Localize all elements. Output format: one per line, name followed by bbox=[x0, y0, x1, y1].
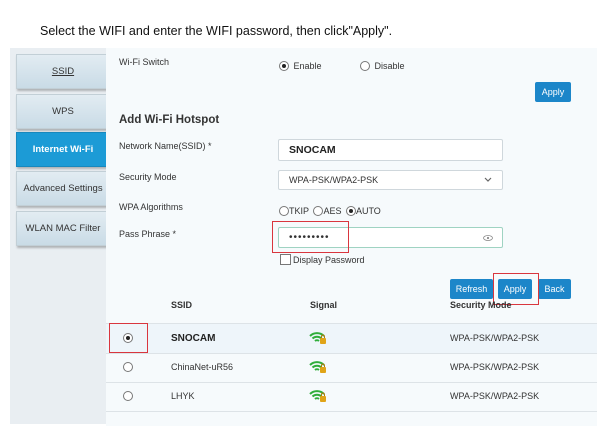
sidebar: SSID WPS Internet Wi-Fi Advanced Setting… bbox=[10, 48, 110, 424]
auto-label: AUTO bbox=[355, 205, 381, 216]
table-row[interactable]: LHYK WPA-PSK/WPA2-PSK bbox=[106, 382, 597, 412]
sidebar-item-wlan-mac-filter[interactable]: WLAN MAC Filter bbox=[16, 211, 110, 246]
row-security: WPA-PSK/WPA2-PSK bbox=[450, 391, 540, 401]
column-header-ssid: SSID bbox=[171, 300, 193, 310]
wifi-lock-icon bbox=[309, 332, 326, 344]
table-row[interactable]: ChinaNet-uR56 WPA-PSK/WPA2-PSK bbox=[106, 353, 597, 383]
eye-icon[interactable] bbox=[483, 235, 493, 241]
top-apply-button[interactable]: Apply bbox=[535, 82, 571, 102]
instruction-text: Select the WIFI and enter the WIFI passw… bbox=[40, 24, 393, 38]
table-row[interactable]: SNOCAM WPA-PSK/WPA2-PSK bbox=[106, 323, 597, 354]
row-ssid: ChinaNet-uR56 bbox=[171, 362, 234, 372]
tkip-label: TKIP bbox=[289, 205, 310, 216]
wpa-algorithms-label: WPA Algorithms bbox=[119, 202, 183, 212]
enable-label: Enable bbox=[293, 60, 322, 71]
enable-radio[interactable] bbox=[279, 60, 289, 71]
sidebar-item-wps[interactable]: WPS bbox=[16, 94, 110, 129]
row-security: WPA-PSK/WPA2-PSK bbox=[450, 362, 540, 372]
pass-phrase-label: Pass Phrase * bbox=[119, 229, 177, 239]
sidebar-item-ssid[interactable]: SSID bbox=[16, 54, 110, 89]
row-select-radio[interactable] bbox=[123, 391, 133, 401]
sidebar-item-internet-wifi[interactable]: Internet Wi-Fi bbox=[16, 132, 110, 167]
ssid-input[interactable]: SNOCAM bbox=[278, 139, 503, 161]
auto-radio[interactable] bbox=[345, 205, 356, 216]
sidebar-item-advanced-settings[interactable]: Advanced Settings bbox=[16, 171, 110, 206]
disable-radio[interactable] bbox=[360, 60, 370, 71]
ssid-label: Network Name(SSID) * bbox=[119, 141, 212, 151]
display-password-label: Display Password bbox=[293, 255, 365, 265]
row-ssid: LHYK bbox=[171, 391, 195, 401]
column-header-signal: Signal bbox=[310, 300, 338, 310]
algorithm-options: TKIP AES AUTO bbox=[279, 202, 381, 220]
sidebar-item-label: WLAN MAC Filter bbox=[25, 223, 101, 234]
security-mode-label: Security Mode bbox=[119, 172, 177, 182]
wifi-enable-option[interactable]: Enable bbox=[279, 57, 321, 75]
sidebar-item-label: SSID bbox=[51, 66, 75, 77]
sidebar-item-label: Internet Wi-Fi bbox=[32, 144, 94, 155]
display-password-checkbox[interactable] bbox=[280, 254, 291, 265]
chevron-down-icon bbox=[484, 177, 492, 182]
row-select-radio[interactable] bbox=[123, 362, 133, 372]
security-mode-value: WPA-PSK/WPA2-PSK bbox=[289, 175, 379, 185]
pass-phrase-highlight bbox=[272, 221, 349, 253]
row-ssid: SNOCAM bbox=[171, 333, 216, 344]
section-title: Add Wi-Fi Hotspot bbox=[119, 114, 220, 126]
tkip-radio[interactable] bbox=[279, 205, 289, 216]
sidebar-item-label: Advanced Settings bbox=[23, 183, 103, 194]
column-header-security: Security Mode bbox=[450, 300, 512, 310]
wifi-lock-icon bbox=[309, 390, 326, 402]
aes-label: AES bbox=[323, 205, 342, 216]
row-select-highlight bbox=[109, 323, 148, 353]
row-security: WPA-PSK/WPA2-PSK bbox=[450, 333, 540, 343]
wifi-disable-option[interactable]: Disable bbox=[360, 57, 404, 75]
refresh-button[interactable]: Refresh bbox=[450, 279, 493, 299]
wifi-lock-icon bbox=[309, 361, 326, 373]
sidebar-item-label: WPS bbox=[52, 106, 74, 117]
wifi-switch-label: Wi-Fi Switch bbox=[119, 57, 169, 67]
back-button[interactable]: Back bbox=[538, 279, 571, 299]
security-mode-select[interactable]: WPA-PSK/WPA2-PSK bbox=[278, 170, 503, 190]
disable-label: Disable bbox=[374, 60, 405, 71]
aes-radio[interactable] bbox=[313, 205, 324, 216]
